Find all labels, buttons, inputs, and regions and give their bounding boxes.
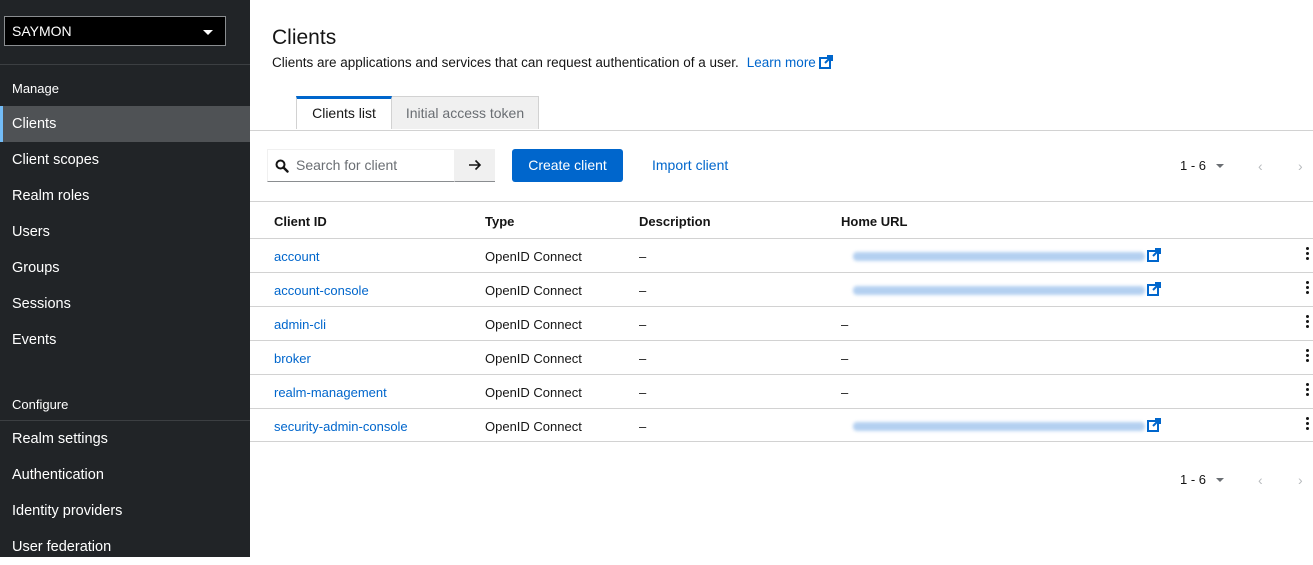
column-header-client-id: Client ID [274,214,327,229]
home-url: – [841,385,849,400]
sidebar-item-authentication[interactable]: Authentication [0,457,250,493]
home-url-link[interactable] [853,252,1145,261]
table-row: account-console OpenID Connect – [250,272,1313,306]
chevron-down-icon [1216,478,1225,482]
kebab-icon[interactable] [1306,315,1310,331]
home-url: – [841,351,849,366]
external-link-icon[interactable] [1147,248,1161,262]
pagination-range: 1 - 6 [1180,472,1207,487]
learn-more-label: Learn more [746,55,816,70]
table-top-border [250,201,1313,202]
client-type: OpenID Connect [485,249,582,264]
client-id-link[interactable]: realm-management [274,385,387,400]
client-type: OpenID Connect [485,385,582,400]
home-url-link[interactable] [853,286,1145,295]
table-row: account OpenID Connect – [250,238,1313,272]
kebab-icon[interactable] [1306,281,1310,297]
chevron-down-icon [203,30,213,35]
sidebar-item-user-federation[interactable]: User federation [0,529,250,565]
sidebar-item-clients[interactable]: Clients [0,106,250,142]
nav-section-manage: Manage [12,81,59,96]
learn-more-link[interactable]: Learn more [747,55,833,70]
page-description-text: Clients are applications and services th… [272,55,739,70]
column-header-description: Description [639,214,711,229]
pagination-range: 1 - 6 [1180,158,1207,173]
realm-selector-label: SAYMON [12,23,72,39]
sidebar-item-realm-settings[interactable]: Realm settings [0,421,250,457]
angle-right-icon[interactable]: › [1298,158,1303,174]
tab-initial-access-token[interactable]: Initial access token [392,96,539,129]
table-bottom-border [250,441,1313,442]
chevron-down-icon [1216,164,1225,168]
kebab-icon[interactable] [1306,383,1310,399]
pagination-range-toggle[interactable]: 1 - 6 [1180,472,1225,487]
sidebar-item-identity-providers[interactable]: Identity providers [0,493,250,529]
sidebar-item-events[interactable]: Events [0,322,250,358]
kebab-icon[interactable] [1306,247,1310,263]
kebab-icon[interactable] [1306,417,1310,433]
page-title: Clients [272,26,337,49]
search-submit-button[interactable] [455,149,495,182]
angle-left-icon[interactable]: ‹ [1258,472,1263,488]
sidebar-divider [0,64,250,65]
column-header-type: Type [485,214,515,229]
nav-section-configure: Configure [12,397,69,412]
client-type: OpenID Connect [485,419,582,434]
table-row: broker OpenID Connect – – [250,340,1313,374]
home-url-link[interactable] [853,422,1145,431]
sidebar-item-groups[interactable]: Groups [0,250,250,286]
external-link-icon [818,55,833,69]
pagination-top: 1 - 6 ‹ › [1180,158,1313,178]
pagination-range-toggle[interactable]: 1 - 6 [1180,158,1225,173]
home-url: – [841,317,849,332]
client-description: – [639,351,647,366]
client-type: OpenID Connect [485,283,582,298]
sidebar-item-sessions[interactable]: Sessions [0,286,250,322]
client-description: – [639,283,647,298]
client-id-link[interactable]: account-console [274,283,369,298]
page-description: Clients are applications and services th… [272,55,833,70]
sidebar: SAYMON Manage Clients Client scopes Real… [0,0,250,557]
create-client-button[interactable]: Create client [512,149,623,182]
client-type: OpenID Connect [485,351,582,366]
kebab-icon[interactable] [1306,349,1310,365]
search-icon [275,159,289,173]
client-id-link[interactable]: admin-cli [274,317,326,332]
table-row: admin-cli OpenID Connect – – [250,306,1313,340]
angle-right-icon[interactable]: › [1298,472,1303,488]
arrow-right-icon [469,159,482,171]
main-content: Clients Clients are applications and ser… [250,0,1313,557]
client-description: – [639,419,647,434]
sidebar-item-realm-roles[interactable]: Realm roles [0,178,250,214]
sidebar-item-users[interactable]: Users [0,214,250,250]
column-header-home-url: Home URL [841,214,908,229]
client-id-link[interactable]: broker [274,351,311,366]
table-row: realm-management OpenID Connect – – [250,374,1313,408]
external-link-icon[interactable] [1147,418,1161,432]
client-description: – [639,317,647,332]
external-link-icon[interactable] [1147,282,1161,296]
table-row: security-admin-console OpenID Connect – [250,408,1313,442]
client-type: OpenID Connect [485,317,582,332]
tab-divider [250,130,1313,131]
pagination-bottom: 1 - 6 ‹ › [1180,472,1313,492]
search-input[interactable] [294,156,448,174]
client-id-link[interactable]: security-admin-console [274,419,408,434]
angle-left-icon[interactable]: ‹ [1258,158,1263,174]
sidebar-item-client-scopes[interactable]: Client scopes [0,142,250,178]
tab-clients-list[interactable]: Clients list [296,96,392,129]
import-client-link[interactable]: Import client [652,149,728,182]
client-description: – [639,385,647,400]
client-description: – [639,249,647,264]
realm-selector[interactable]: SAYMON [4,16,226,46]
client-id-link[interactable]: account [274,249,320,264]
search-box[interactable] [267,149,455,182]
